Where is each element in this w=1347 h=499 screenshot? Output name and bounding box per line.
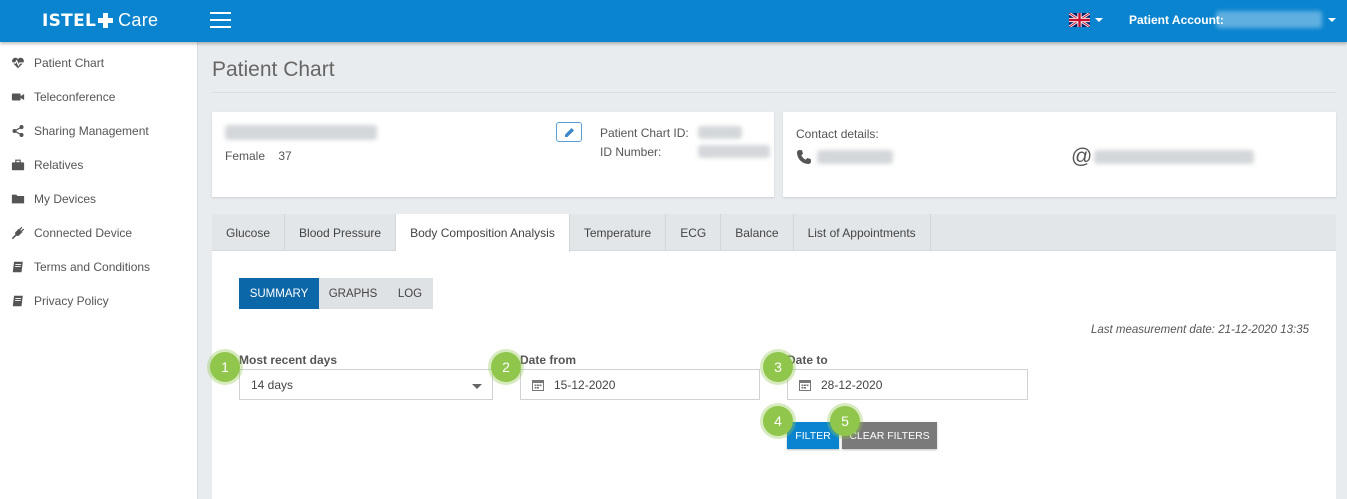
- account-chevron-down-icon[interactable]: [1328, 18, 1336, 22]
- sidebar-item-label: Relatives: [34, 158, 84, 172]
- most-recent-days-value: 14 days: [251, 377, 294, 392]
- callout-badge-5: 5: [830, 406, 860, 436]
- tab-glucose[interactable]: Glucose: [212, 214, 286, 251]
- phone-number-redacted[interactable]: [817, 150, 893, 164]
- calendar-icon: [799, 379, 811, 391]
- sidebar-item-terms-and-conditions[interactable]: Terms and Conditions: [0, 250, 197, 284]
- date-from-label: Date from: [520, 353, 577, 367]
- callout-badge-4: 4: [763, 406, 793, 436]
- edit-patient-button[interactable]: [556, 122, 582, 142]
- book-icon: [10, 293, 26, 309]
- medical-cross-icon: [98, 13, 114, 28]
- contact-details-card: Contact details: @: [783, 112, 1336, 197]
- patient-account-name-redacted[interactable]: [1216, 11, 1322, 28]
- patient-name-redacted: [225, 125, 377, 140]
- date-from-value: 15-12-2020: [554, 377, 616, 392]
- id-number-label: ID Number:: [600, 145, 662, 159]
- patient-info-card: Female 37 Patient Chart ID: ID Number:: [212, 112, 774, 197]
- page-title: Patient Chart: [212, 58, 335, 81]
- patient-chart-id-label: Patient Chart ID:: [600, 126, 689, 140]
- date-to-input[interactable]: 28-12-2020: [787, 369, 1028, 400]
- tab-balance[interactable]: Balance: [721, 214, 794, 251]
- top-bar: ISTEL Care Patient Account:: [0, 0, 1347, 42]
- pencil-icon: [564, 127, 574, 137]
- language-chevron-down-icon[interactable]: [1095, 18, 1103, 22]
- logo-text-bold: ISTEL: [42, 10, 97, 31]
- heartbeat-icon: [10, 55, 26, 71]
- share-icon: [10, 123, 26, 139]
- most-recent-days-label: Most recent days: [239, 353, 338, 367]
- callout-badge-1: 1: [210, 352, 240, 382]
- book-icon: [10, 259, 26, 275]
- graphs-view-button[interactable]: GRAPHS: [319, 278, 387, 309]
- date-to-label: Date to: [787, 353, 828, 367]
- title-divider: [212, 92, 1336, 93]
- sidebar-item-label: Connected Device: [34, 226, 133, 240]
- video-camera-icon: [10, 89, 26, 105]
- tab-body-composition-analysis[interactable]: Body Composition Analysis: [396, 214, 570, 252]
- logo-text-light: Care: [118, 10, 159, 30]
- sidebar-item-teleconference[interactable]: Teleconference: [0, 80, 197, 114]
- chevron-down-icon: [472, 384, 482, 389]
- plug-icon: [10, 225, 26, 241]
- uk-flag-icon[interactable]: [1068, 11, 1091, 29]
- date-from-input[interactable]: 15-12-2020: [520, 369, 760, 400]
- menu-toggle-icon[interactable]: [210, 12, 231, 28]
- sidebar-item-my-devices[interactable]: My Devices: [0, 182, 197, 216]
- email-address-redacted[interactable]: [1094, 150, 1254, 164]
- sidebar-item-label: Patient Chart: [34, 56, 105, 70]
- tab-ecg[interactable]: ECG: [666, 214, 722, 251]
- patient-chart-id-redacted: [698, 126, 742, 139]
- sidebar-item-privacy-policy[interactable]: Privacy Policy: [0, 284, 197, 318]
- patient-account-label: Patient Account:: [1129, 13, 1224, 27]
- sidebar-item-relatives[interactable]: Relatives: [0, 148, 197, 182]
- calendar-icon: [532, 379, 544, 391]
- sidebar-item-label: Teleconference: [34, 90, 116, 104]
- callout-badge-3: 3: [763, 352, 793, 382]
- most-recent-days-select[interactable]: 14 days: [239, 369, 493, 400]
- date-to-value: 28-12-2020: [821, 377, 883, 392]
- patient-gender: Female: [225, 149, 266, 163]
- sidebar-item-sharing-management[interactable]: Sharing Management: [0, 114, 197, 148]
- sidebar-item-label: My Devices: [34, 192, 97, 206]
- log-view-button[interactable]: LOG: [387, 278, 433, 309]
- folder-icon: [10, 191, 26, 207]
- sidebar-item-patient-chart[interactable]: Patient Chart: [0, 46, 197, 80]
- callout-badge-2: 2: [491, 352, 521, 382]
- measurement-tabs: Glucose Blood Pressure Body Composition …: [212, 214, 1336, 252]
- sidebar-item-connected-device[interactable]: Connected Device: [0, 216, 197, 250]
- last-measurement-date: Last measurement date: 21-12-2020 13:35: [1090, 324, 1309, 336]
- briefcase-icon: [10, 157, 26, 173]
- tab-list-of-appointments[interactable]: List of Appointments: [794, 214, 931, 251]
- sidebar-item-label: Privacy Policy: [34, 294, 109, 308]
- sidebar-item-label: Terms and Conditions: [34, 260, 151, 274]
- sidebar: Patient Chart Teleconference Sharing Man…: [0, 42, 198, 499]
- email-at-icon: @: [1071, 145, 1093, 168]
- phone-icon: [797, 150, 811, 164]
- patient-age: 37: [278, 149, 292, 163]
- id-number-redacted: [698, 145, 770, 158]
- summary-view-button[interactable]: SUMMARY: [239, 278, 319, 309]
- tab-blood-pressure[interactable]: Blood Pressure: [285, 214, 397, 251]
- istel-care-logo[interactable]: ISTEL Care: [42, 10, 158, 31]
- sidebar-item-label: Sharing Management: [34, 124, 149, 138]
- tab-temperature[interactable]: Temperature: [570, 214, 667, 251]
- patient-demographics: Female 37: [225, 149, 292, 163]
- contact-details-label: Contact details:: [796, 127, 879, 141]
